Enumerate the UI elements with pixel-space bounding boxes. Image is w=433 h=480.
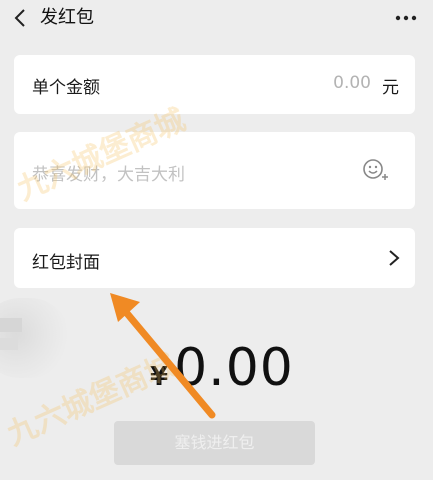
- cover-card[interactable]: 红包封面: [14, 228, 415, 288]
- amount-unit: 元: [382, 78, 399, 98]
- blurred-content: [0, 318, 22, 332]
- total-amount: ¥ 0.00: [150, 338, 294, 398]
- cover-label: 红包封面: [32, 253, 100, 273]
- amount-card[interactable]: 单个金额 0.00 元: [14, 55, 415, 114]
- page-title: 发红包: [40, 7, 94, 28]
- emoji-add-icon[interactable]: [361, 156, 389, 184]
- amount-input[interactable]: 0.00: [333, 73, 371, 93]
- chevron-right-icon[interactable]: [387, 248, 401, 268]
- top-bar: 发红包: [0, 0, 433, 40]
- message-input[interactable]: 恭喜发财，大吉大利: [32, 160, 185, 185]
- chevron-left-icon[interactable]: [10, 7, 32, 29]
- blurred-content: [0, 338, 18, 350]
- more-dots-icon[interactable]: [393, 8, 419, 28]
- currency-symbol: ¥: [150, 362, 169, 392]
- total-value: 0.00: [174, 338, 294, 398]
- message-card[interactable]: 恭喜发财，大吉大利: [14, 132, 415, 209]
- submit-button[interactable]: 塞钱进红包: [114, 421, 315, 465]
- amount-label: 单个金额: [32, 78, 100, 98]
